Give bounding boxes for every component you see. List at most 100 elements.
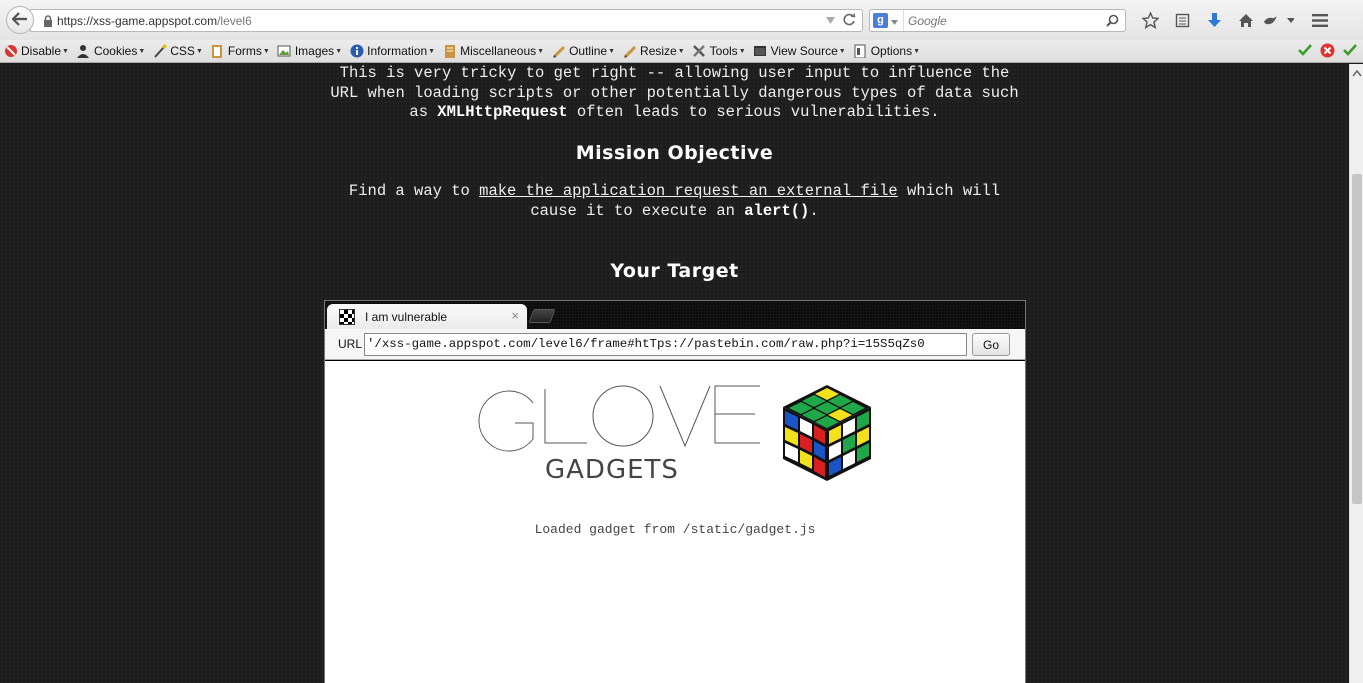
scrollbar-thumb[interactable] [1352, 174, 1362, 504]
chevron-down-icon [891, 14, 898, 28]
miscellaneous-icon [442, 44, 457, 59]
dev-menu-label: Resize [640, 44, 677, 58]
mission-text: . [809, 201, 819, 220]
checkmark-icon[interactable] [1343, 43, 1357, 61]
scroll-up-icon[interactable] [1352, 66, 1362, 77]
google-icon: g [873, 13, 888, 28]
checkmark-icon[interactable] [1298, 43, 1312, 61]
your-target-heading: Your Target [610, 260, 739, 282]
dev-menu-label: Tools [709, 44, 738, 58]
frame-url-row: URL '/xss-game.appspot.com/level6/frame#… [325, 329, 1025, 360]
css-icon [152, 44, 167, 59]
intro-line: This is very tricky to get right -- allo… [339, 64, 1010, 82]
loaded-gadget-message: Loaded gadget from /static/gadget.js [534, 522, 816, 537]
mission-text: Find a way to [348, 182, 480, 200]
information-icon [349, 44, 364, 59]
back-arrow-icon [11, 11, 28, 29]
web-developer-toolbar: Disable ▼ Cookies ▼ CSS ▼ Forms ▼ Images ▼ In… [0, 40, 1363, 63]
images-icon [277, 44, 292, 59]
dev-menu-images[interactable]: Images ▼ [277, 44, 342, 59]
dev-menu-cookies[interactable]: Cookies ▼ [76, 44, 145, 59]
dev-menu-disable[interactable]: Disable ▼ [3, 44, 69, 59]
dev-menu-label: Options [870, 44, 913, 58]
bookmarks-list-icon[interactable] [1166, 9, 1198, 32]
intro-line: as XMLHttpRequest often leads to serious… [300, 103, 1049, 123]
mission-text: cause it to execute an [530, 201, 745, 220]
cookies-icon [76, 44, 91, 59]
outline-icon [551, 44, 566, 59]
download-icon[interactable] [1198, 9, 1230, 32]
frame-tab-title: I am vulnerable [365, 310, 448, 324]
home-icon[interactable] [1230, 9, 1262, 32]
back-button[interactable] [6, 6, 34, 34]
dev-menu-label: Miscellaneous [460, 44, 537, 58]
disable-icon [3, 44, 18, 59]
intro-text: often leads to serious vulnerabilities. [567, 103, 940, 121]
dev-menu-label: Disable [21, 44, 62, 58]
frame-tab-strip: I am vulnerable × [325, 301, 1025, 330]
dev-menu-miscellaneous[interactable]: Miscellaneous ▼ [442, 44, 544, 59]
mission-line: Find a way to make the application reque… [300, 182, 1049, 202]
url-text[interactable]: https://xss-game.appspot.com/level6 [57, 14, 252, 28]
search-icon[interactable] [1106, 14, 1119, 27]
intro-line: URL when loading scripts or other potent… [330, 83, 1019, 102]
dev-menu-label: CSS [170, 44, 195, 58]
dev-menu-label: Outline [569, 44, 608, 58]
search-engine-selector[interactable]: g [870, 10, 904, 31]
bookmark-star-icon[interactable] [1134, 9, 1166, 32]
browser-nav-bar: https://xss-game.appspot.com/level6 g [0, 0, 1363, 40]
tools-icon [692, 44, 707, 59]
page-scrollbar[interactable] [1349, 64, 1363, 683]
target-frame: I am vulnerable × URL '/xss-game.appspot… [324, 300, 1026, 683]
history-dropdown-icon[interactable] [826, 14, 835, 28]
go-button[interactable]: Go [972, 333, 1010, 356]
frame-tab[interactable]: I am vulnerable × [327, 304, 527, 330]
resize-icon [622, 44, 637, 59]
frame-url-input[interactable]: '/xss-game.appspot.com/level6/frame#htTp… [364, 333, 967, 356]
search-bar[interactable]: g [869, 9, 1126, 32]
options-icon [853, 44, 868, 59]
alert-term: alert() [744, 201, 810, 220]
url-domain: https://xss-game.appspot.com [57, 13, 218, 28]
reload-icon[interactable] [843, 13, 856, 29]
mission-paragraph: Find a way to make the application reque… [300, 182, 1049, 221]
dev-menu-information[interactable]: Information ▼ [349, 44, 435, 59]
lock-icon [43, 14, 53, 27]
external-file-link[interactable]: make the application request an external… [479, 182, 898, 200]
error-icon[interactable] [1320, 43, 1335, 61]
dev-menu-label: Images [294, 44, 335, 58]
glove-gadgets-logo: GADGETS [475, 381, 765, 485]
view-source-icon [753, 44, 768, 59]
logo-subtitle: GADGETS [545, 455, 679, 481]
dev-menu-tools[interactable]: Tools ▼ [692, 44, 746, 59]
favicon-icon [339, 309, 355, 325]
intro-paragraph: This is very tricky to get right -- allo… [300, 64, 1049, 123]
mission-text: which will [897, 182, 1001, 200]
page-content: This is very tricky to get right -- allo… [0, 64, 1349, 683]
search-input[interactable] [904, 13, 1106, 28]
dev-menu-label: Information [367, 44, 428, 58]
extension-icon[interactable] [1262, 9, 1294, 32]
dev-menu-options[interactable]: Options ▼ [853, 44, 920, 59]
dev-menu-label: Cookies [93, 44, 138, 58]
menu-icon[interactable] [1304, 9, 1336, 32]
mission-line: cause it to execute an alert(). [300, 202, 1049, 222]
dev-menu-label: Forms [227, 44, 262, 58]
intro-text: as [409, 103, 438, 121]
dev-menu-resize[interactable]: Resize ▼ [622, 44, 685, 59]
forms-icon [210, 44, 225, 59]
new-tab-button[interactable] [528, 309, 556, 323]
dev-menu-outline[interactable]: Outline ▼ [551, 44, 615, 59]
dev-menu-label: View Source [770, 44, 838, 58]
url-path: /level6 [217, 13, 252, 28]
rubiks-cube-image [779, 383, 875, 486]
dev-menu-view-source[interactable]: View Source ▼ [753, 44, 846, 59]
frame-body: GADGETS Loaded gadget from /static/gadge… [325, 361, 1025, 683]
mission-objective-heading: Mission Objective [575, 142, 774, 164]
close-icon[interactable]: × [511, 308, 519, 323]
dev-menu-css[interactable]: CSS ▼ [152, 44, 203, 59]
url-bar[interactable]: https://xss-game.appspot.com/level6 [30, 9, 863, 32]
nav-toolbar-icons [1134, 9, 1336, 32]
xmlhttprequest-term: XMLHttpRequest [437, 103, 568, 121]
dev-menu-forms[interactable]: Forms ▼ [210, 44, 270, 59]
